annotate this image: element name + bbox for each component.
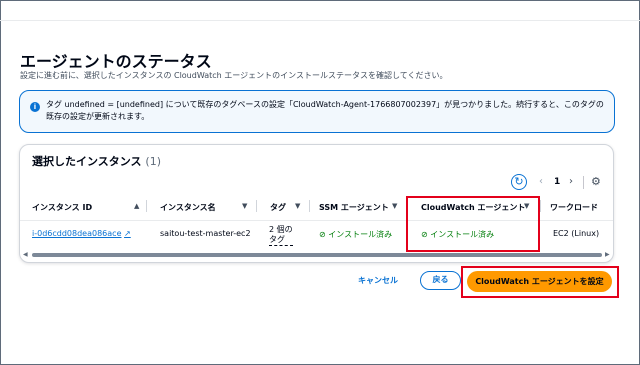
horizontal-scrollbar[interactable] — [32, 253, 602, 257]
column-divider — [256, 200, 257, 212]
column-header-instance-id[interactable]: インスタンス ID — [32, 202, 92, 213]
workload: EC2 (Linux) — [553, 229, 600, 238]
check-circle-icon: ⊘ — [319, 230, 326, 239]
panel-title: 選択したインスタンス (1) — [32, 153, 161, 169]
column-divider — [540, 200, 541, 212]
table-row: i-0d6cdd08dea086ace ↗ — [32, 229, 131, 238]
instance-count: (1) — [145, 155, 161, 168]
chevron-right-icon[interactable]: › — [569, 176, 573, 187]
column-header-workload[interactable]: ワークロード — [550, 202, 598, 213]
back-button[interactable]: 戻る — [420, 271, 461, 290]
info-alert: i タグ undefined = [undefined] について既存のタグベー… — [19, 90, 615, 133]
instance-name: saitou-test-master-ec2 — [160, 229, 251, 238]
page-title: エージェントのステータス — [20, 52, 212, 71]
scroll-right-icon[interactable]: ▶ — [605, 251, 610, 258]
chevron-left-icon[interactable]: ‹ — [539, 176, 543, 187]
refresh-icon[interactable]: ↻ — [511, 174, 527, 190]
sort-icon[interactable]: ▼ — [295, 202, 300, 210]
highlight-box-cloudwatch-column — [406, 196, 540, 252]
ssm-agent-status-text: インストール済み — [328, 230, 393, 239]
gear-icon[interactable]: ⚙ — [591, 175, 601, 188]
ssm-agent-status: ⊘ インストール済み — [319, 229, 392, 240]
sort-icon[interactable]: ▼ — [392, 202, 397, 210]
column-divider — [146, 200, 147, 212]
tag-count-text: 2 個の タグ — [269, 225, 293, 244]
column-header-tag[interactable]: タグ — [270, 202, 286, 213]
cancel-button[interactable]: キャンセル — [358, 275, 398, 286]
page-description: 設定に進む前に、選択したインスタンスの CloudWatch エージェントのイン… — [20, 71, 448, 80]
instance-id-link[interactable]: i-0d6cdd08dea086ace — [32, 229, 122, 238]
pagination-divider — [583, 176, 584, 189]
alert-text: タグ undefined = [undefined] について既存のタグベースの… — [46, 100, 604, 121]
highlight-box-configure-button — [461, 266, 619, 298]
column-header-ssm-agent[interactable]: SSM エージェント — [319, 202, 389, 213]
column-header-instance-name[interactable]: インスタンス名 — [160, 202, 216, 213]
column-divider — [309, 200, 310, 212]
sort-ascending-icon[interactable]: ▲ — [134, 202, 139, 210]
tag-count-link[interactable]: 2 個の タグ — [269, 225, 293, 246]
panel-title-text: 選択したインスタンス — [32, 155, 142, 168]
page-number[interactable]: 1 — [554, 177, 560, 187]
scroll-left-icon[interactable]: ◀ — [23, 251, 28, 258]
header-divider — [0, 20, 640, 21]
sort-icon[interactable]: ▼ — [242, 202, 247, 210]
external-link-icon[interactable]: ↗ — [124, 229, 131, 238]
info-icon: i — [30, 102, 40, 112]
